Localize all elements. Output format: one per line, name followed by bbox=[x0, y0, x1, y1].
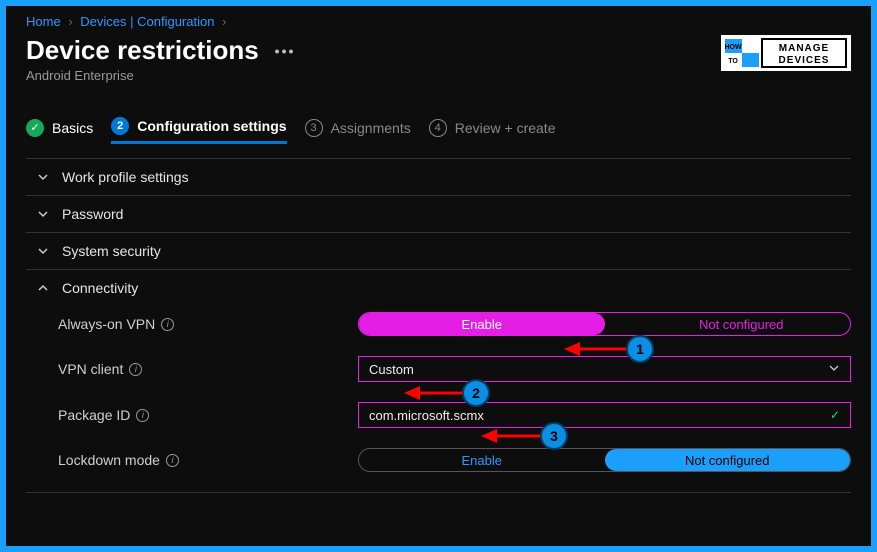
breadcrumb: Home › Devices | Configuration › bbox=[26, 12, 851, 35]
step-configuration-settings[interactable]: 2 Configuration settings bbox=[111, 111, 286, 144]
page-subtitle: Android Enterprise bbox=[26, 68, 295, 83]
svg-text:HOW: HOW bbox=[725, 44, 742, 51]
info-icon[interactable] bbox=[166, 454, 179, 467]
info-icon[interactable] bbox=[129, 363, 142, 376]
step-assignments[interactable]: 3 Assignments bbox=[305, 111, 411, 144]
check-icon bbox=[26, 119, 44, 137]
toggle-option-not-configured[interactable]: Not configured bbox=[605, 449, 851, 471]
vpn-client-select[interactable]: Custom bbox=[358, 356, 851, 382]
step-number-icon: 2 bbox=[111, 117, 129, 135]
toggle-option-enable[interactable]: Enable bbox=[359, 449, 605, 471]
annotation-badge-1: 1 bbox=[626, 335, 654, 363]
toggle-option-enable[interactable]: Enable bbox=[359, 313, 605, 335]
label-text: Lockdown mode bbox=[58, 452, 160, 468]
svg-text:MANAGE: MANAGE bbox=[779, 43, 829, 54]
section-password: Password bbox=[26, 196, 851, 233]
more-icon[interactable]: ••• bbox=[275, 43, 296, 59]
field-label: VPN client bbox=[58, 361, 358, 377]
step-number-icon: 4 bbox=[429, 119, 447, 137]
toggle-option-not-configured[interactable]: Not configured bbox=[619, 313, 852, 335]
label-text: VPN client bbox=[58, 361, 123, 377]
chevron-down-icon bbox=[828, 362, 840, 377]
section-title: System security bbox=[62, 243, 161, 259]
chevron-right-icon: › bbox=[64, 14, 76, 29]
page-title: Device restrictions bbox=[26, 35, 259, 66]
step-label: Basics bbox=[52, 120, 93, 136]
breadcrumb-home[interactable]: Home bbox=[26, 14, 61, 29]
field-label: Always-on VPN bbox=[58, 316, 358, 332]
chevron-up-icon bbox=[36, 281, 50, 295]
section-system-security: System security bbox=[26, 233, 851, 270]
svg-text:TO: TO bbox=[728, 58, 738, 65]
section-header[interactable]: Connectivity bbox=[26, 280, 851, 296]
check-icon: ✓ bbox=[830, 408, 840, 422]
section-title: Password bbox=[62, 206, 123, 222]
wizard-steps: Basics 2 Configuration settings 3 Assign… bbox=[26, 107, 851, 148]
svg-text:DEVICES: DEVICES bbox=[779, 55, 830, 66]
chevron-right-icon: › bbox=[218, 14, 230, 29]
breadcrumb-devices[interactable]: Devices | Configuration bbox=[80, 14, 214, 29]
brand-logo: HOW TO MANAGE DEVICES bbox=[721, 35, 851, 71]
section-work-profile: Work profile settings bbox=[26, 158, 851, 196]
field-label: Lockdown mode bbox=[58, 452, 358, 468]
field-lockdown-mode: Lockdown mode Enable Not configured bbox=[26, 438, 851, 482]
section-title: Work profile settings bbox=[62, 169, 189, 185]
step-number-icon: 3 bbox=[305, 119, 323, 137]
chevron-down-icon bbox=[36, 244, 50, 258]
annotation-arrow-3 bbox=[481, 426, 547, 446]
package-id-input[interactable]: com.microsoft.scmx ✓ bbox=[358, 402, 851, 428]
step-label: Assignments bbox=[331, 120, 411, 136]
content: Home › Devices | Configuration › Device … bbox=[6, 6, 871, 503]
step-label: Review + create bbox=[455, 120, 556, 136]
label-text: Package ID bbox=[58, 407, 130, 423]
sections: Work profile settings Password System se… bbox=[26, 158, 851, 493]
annotation-arrow-2 bbox=[404, 383, 470, 403]
section-header[interactable]: Work profile settings bbox=[26, 169, 851, 185]
always-on-vpn-toggle[interactable]: Enable Not configured bbox=[358, 312, 851, 336]
annotation-arrow-1 bbox=[564, 339, 634, 359]
chevron-down-icon bbox=[36, 170, 50, 184]
section-connectivity: Connectivity Always-on VPN Enable Not co… bbox=[26, 270, 851, 493]
window: Home › Devices | Configuration › Device … bbox=[6, 6, 871, 546]
field-always-on-vpn: Always-on VPN Enable Not configured bbox=[26, 302, 851, 346]
step-basics[interactable]: Basics bbox=[26, 111, 93, 144]
info-icon[interactable] bbox=[161, 318, 174, 331]
field-label: Package ID bbox=[58, 407, 358, 423]
label-text: Always-on VPN bbox=[58, 316, 155, 332]
page-title-row: Device restrictions ••• bbox=[26, 35, 295, 66]
section-title: Connectivity bbox=[62, 280, 138, 296]
section-header[interactable]: System security bbox=[26, 243, 851, 259]
title-bar: Device restrictions ••• Android Enterpri… bbox=[26, 35, 851, 83]
info-icon[interactable] bbox=[136, 409, 149, 422]
step-label: Configuration settings bbox=[137, 118, 286, 134]
annotation-badge-3: 3 bbox=[540, 422, 568, 450]
select-value: Custom bbox=[369, 362, 414, 377]
chevron-down-icon bbox=[36, 207, 50, 221]
section-header[interactable]: Password bbox=[26, 206, 851, 222]
lockdown-mode-toggle[interactable]: Enable Not configured bbox=[358, 448, 851, 472]
annotation-badge-2: 2 bbox=[462, 379, 490, 407]
step-review-create[interactable]: 4 Review + create bbox=[429, 111, 556, 144]
input-value: com.microsoft.scmx bbox=[369, 408, 484, 423]
